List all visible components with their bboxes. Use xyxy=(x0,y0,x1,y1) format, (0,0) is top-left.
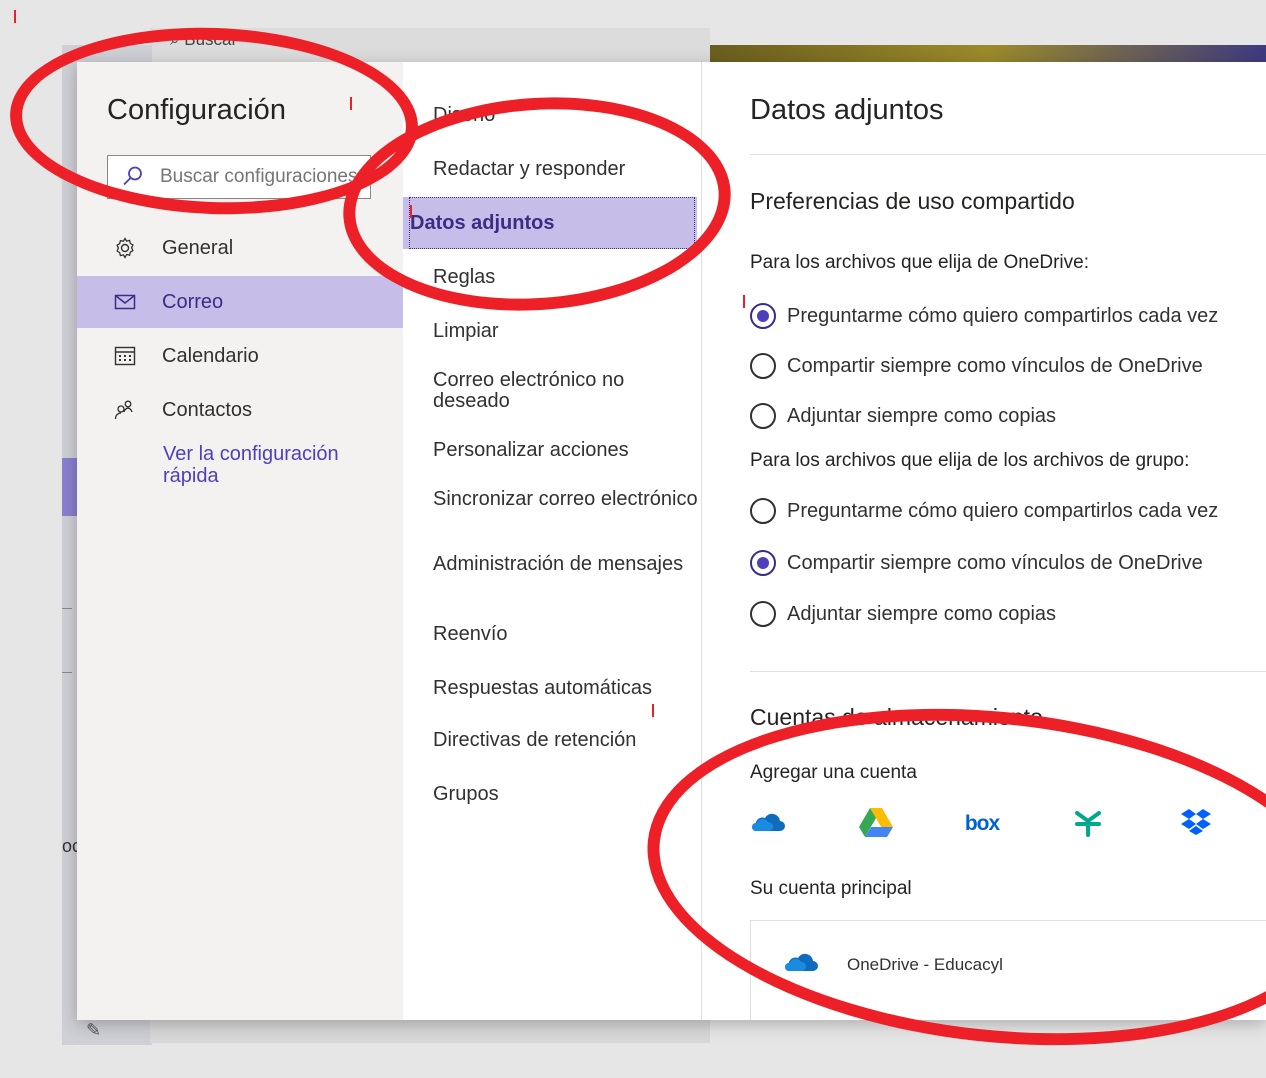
primary-account-label: Su cuenta principal xyxy=(750,878,912,899)
nav-attachments[interactable]: Datos adjuntos xyxy=(403,197,697,249)
category-label: General xyxy=(162,236,234,259)
egnyte-icon xyxy=(1073,807,1103,842)
quick-settings-link[interactable]: Ver la configuración rápida xyxy=(163,443,373,487)
category-label: Calendario xyxy=(162,344,259,367)
gear-icon xyxy=(113,236,137,260)
pen-icon: ✎ xyxy=(86,1020,102,1040)
group-option-copies[interactable]: Adjuntar siempre como copias xyxy=(750,599,1056,629)
background-divider xyxy=(62,608,72,609)
radio-label: Adjuntar siempre como copias xyxy=(787,602,1057,625)
settings-categories-pane: Configuración General Correo Calendario xyxy=(77,62,403,1020)
nav-retention-policies[interactable]: Directivas de retención xyxy=(433,730,699,751)
nav-customize-actions[interactable]: Personalizar acciones xyxy=(433,440,699,461)
category-label: Contactos xyxy=(162,398,253,421)
storage-accounts-heading: Cuentas de almacenamiento xyxy=(750,704,1043,730)
nav-sync-email[interactable]: Sincronizar correo electrónico xyxy=(433,489,699,510)
nav-compose-reply[interactable]: Redactar y responder xyxy=(433,159,699,180)
search-icon xyxy=(122,165,144,192)
onedrive-option-ask[interactable]: Preguntarme cómo quiero compartirlos cad… xyxy=(750,301,1218,331)
radio-label: Compartir siempre como vínculos de OneDr… xyxy=(787,354,1203,377)
annotation-mark xyxy=(350,97,352,110)
nav-automatic-replies[interactable]: Respuestas automáticas xyxy=(433,678,699,699)
radio-label: Compartir siempre como vínculos de OneDr… xyxy=(787,551,1203,574)
annotation-mark xyxy=(14,10,16,23)
radio-button-checked[interactable] xyxy=(750,550,776,576)
nav-attachments-label: Datos adjuntos xyxy=(409,197,695,249)
attachments-settings-pane: Datos adjuntos Preferencias de uso compa… xyxy=(702,62,1266,1020)
google-drive-icon xyxy=(858,806,894,843)
onedrive-option-links[interactable]: Compartir siempre como vínculos de OneDr… xyxy=(750,351,1203,381)
category-contacts[interactable]: Contactos xyxy=(77,384,403,436)
nav-rules[interactable]: Reglas xyxy=(433,267,699,288)
nav-junk-email[interactable]: Correo electrónico no deseado xyxy=(433,370,699,412)
radio-button[interactable] xyxy=(750,498,776,524)
settings-search-box[interactable] xyxy=(107,155,371,199)
radio-label: Adjuntar siempre como copias xyxy=(787,404,1057,427)
attachments-title: Datos adjuntos xyxy=(750,94,944,126)
category-general[interactable]: General xyxy=(77,222,403,274)
group-files-question: Para los archivos que elija de los archi… xyxy=(750,450,1190,471)
group-option-links[interactable]: Compartir siempre como vínculos de OneDr… xyxy=(750,548,1203,578)
annotation-mark xyxy=(410,205,412,218)
divider xyxy=(750,671,1266,672)
mail-icon xyxy=(113,290,137,314)
background-divider xyxy=(62,672,72,673)
onedrive-icon xyxy=(751,811,785,838)
settings-dialog: Configuración General Correo Calendario xyxy=(77,62,1266,1020)
search-icon: ⌕ xyxy=(170,30,180,49)
category-calendar[interactable]: Calendario xyxy=(77,330,403,382)
annotation-mark xyxy=(743,295,745,308)
add-google-drive-button[interactable] xyxy=(856,806,896,842)
group-option-ask[interactable]: Preguntarme cómo quiero compartirlos cad… xyxy=(750,496,1218,526)
nav-sweep[interactable]: Limpiar xyxy=(433,321,699,342)
add-box-button[interactable]: box xyxy=(962,806,1002,842)
radio-button[interactable] xyxy=(750,601,776,627)
divider xyxy=(750,154,1266,155)
calendar-icon xyxy=(113,344,137,368)
background-search-label: Buscar xyxy=(184,30,238,49)
nav-layout[interactable]: Diseño xyxy=(433,105,699,126)
add-dropbox-button[interactable] xyxy=(1176,806,1216,842)
onedrive-question: Para los archivos que elija de OneDrive: xyxy=(750,252,1090,273)
add-account-label: Agregar una cuenta xyxy=(750,762,917,783)
onedrive-icon xyxy=(783,951,819,978)
radio-button[interactable] xyxy=(750,403,776,429)
category-label: Correo xyxy=(162,290,224,313)
category-mail[interactable]: Correo xyxy=(77,276,403,328)
box-icon: box xyxy=(964,812,1000,835)
nav-message-handling[interactable]: Administración de mensajes xyxy=(433,554,699,575)
onedrive-option-copies[interactable]: Adjuntar siempre como copias xyxy=(750,401,1056,431)
primary-account-name: OneDrive - Educacyl xyxy=(847,955,1003,974)
settings-search-input[interactable] xyxy=(160,164,365,190)
background-search: ⌕ Buscar xyxy=(170,30,237,50)
radio-label: Preguntarme cómo quiero compartirlos cad… xyxy=(787,499,1219,522)
background-bottom-bar xyxy=(150,1020,710,1043)
annotation-mark xyxy=(652,704,654,717)
add-onedrive-button[interactable] xyxy=(748,806,788,842)
primary-account-card[interactable]: OneDrive - Educacyl xyxy=(750,920,1266,1020)
background-selected-item xyxy=(62,458,77,516)
contacts-icon xyxy=(113,398,137,422)
radio-button-checked[interactable] xyxy=(750,303,776,329)
nav-forwarding[interactable]: Reenvío xyxy=(433,624,699,645)
settings-title: Configuración xyxy=(107,94,286,126)
add-egnyte-button[interactable] xyxy=(1068,806,1108,842)
nav-groups[interactable]: Grupos xyxy=(433,784,699,805)
radio-button[interactable] xyxy=(750,353,776,379)
sharing-preferences-heading: Preferencias de uso compartido xyxy=(750,188,1075,214)
dropbox-icon xyxy=(1180,808,1212,841)
radio-label: Preguntarme cómo quiero compartirlos cad… xyxy=(787,304,1219,327)
